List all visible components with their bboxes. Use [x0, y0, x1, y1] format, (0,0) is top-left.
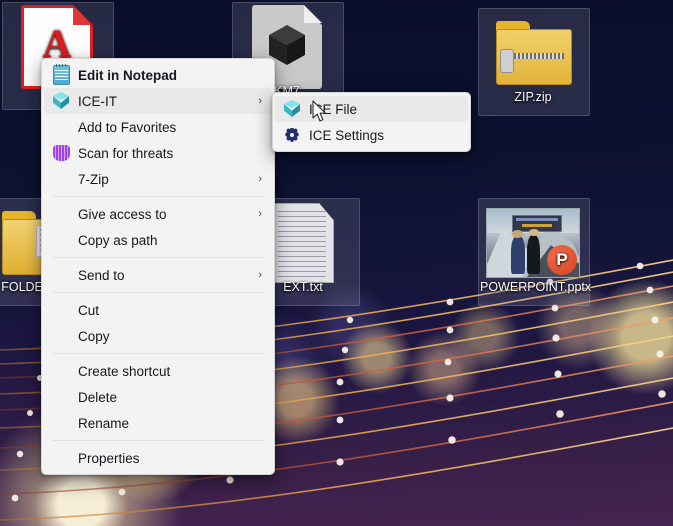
menu-item-delete[interactable]: Delete [44, 384, 272, 410]
menu-item-label: Properties [78, 450, 140, 466]
desktop-icon-label: ZIP.zip [514, 90, 552, 104]
menu-item-icon-slot [44, 358, 78, 384]
menu-item-icon-slot [44, 140, 78, 166]
menu-item-icon-slot [44, 297, 78, 323]
menu-item-rename[interactable]: Rename [44, 410, 272, 436]
menu-item-icon-slot [44, 384, 78, 410]
menu-item-label: Edit in Notepad [78, 67, 177, 83]
menu-item-create-shortcut[interactable]: Create shortcut [44, 358, 272, 384]
desktop-icon-powerpoint[interactable]: P POWERPOINT.pptx [478, 198, 591, 306]
menu-item-icon-slot [44, 445, 78, 471]
menu-item-label: Copy as path [78, 232, 158, 248]
menu-item-icon-slot [275, 122, 309, 148]
menu-item-icon-slot [44, 227, 78, 253]
menu-item-icon-slot [44, 323, 78, 349]
menu-item-copy[interactable]: Copy [44, 323, 272, 349]
menu-item-label: ICE-IT [78, 93, 117, 109]
chevron-right-icon: › [258, 95, 262, 107]
desktop-icon-label: POWERPOINT.pptx [480, 280, 592, 294]
menu-item-label: ICE File [309, 101, 358, 117]
menu-item-icon-slot [44, 262, 78, 288]
menu-item-icon-slot [44, 166, 78, 192]
menu-item-send-to[interactable]: Send to › [44, 262, 272, 288]
threat-shield-icon [52, 145, 70, 161]
powerpoint-file-icon: P [478, 206, 588, 280]
menu-item-label: Add to Favorites [78, 119, 177, 135]
menu-item-ice-settings[interactable]: ICE Settings [275, 122, 468, 148]
menu-item-label: Cut [78, 302, 100, 318]
zip-folder-icon [478, 16, 588, 90]
menu-separator [52, 353, 264, 354]
menu-item-ice-it[interactable]: ICE-IT › [44, 88, 272, 114]
chevron-right-icon: › [258, 269, 262, 281]
menu-item-label: Copy [78, 328, 110, 344]
notepad-icon [52, 64, 70, 85]
ice-it-submenu[interactable]: ICE File ICE Settings [272, 92, 471, 152]
menu-item-label: Rename [78, 415, 130, 431]
menu-separator [52, 440, 264, 441]
menu-item-icon-slot [44, 88, 78, 114]
menu-item-properties[interactable]: Properties [44, 445, 272, 471]
menu-item-add-to-favorites[interactable]: Add to Favorites [44, 114, 272, 140]
menu-item-label: Create shortcut [78, 363, 171, 379]
desktop-icon-zip[interactable]: ZIP.zip [478, 8, 590, 116]
context-menu[interactable]: Edit in Notepad ICE-IT › Add to Favorites Sc… [41, 58, 275, 475]
menu-separator [52, 257, 264, 258]
desktop-icon-label: EXT.txt [283, 280, 323, 294]
menu-item-label: ICE Settings [309, 127, 385, 143]
menu-item-label: Scan for threats [78, 145, 174, 161]
menu-separator [52, 196, 264, 197]
menu-item-label: Delete [78, 389, 118, 405]
ice-cube-icon [52, 92, 70, 110]
menu-item-label: Give access to [78, 206, 167, 222]
chevron-right-icon: › [258, 208, 262, 220]
menu-separator [52, 292, 264, 293]
powerpoint-badge: P [547, 245, 577, 275]
ice-cube-icon [283, 100, 301, 118]
menu-item-label: Send to [78, 267, 125, 283]
menu-item-scan-for-threats[interactable]: Scan for threats [44, 140, 272, 166]
menu-item-icon-slot [44, 410, 78, 436]
gear-icon [285, 128, 300, 143]
menu-item-icon-slot [44, 62, 78, 88]
menu-item-icon-slot [44, 201, 78, 227]
menu-item-label: 7-Zip [78, 171, 109, 187]
menu-item-edit-in-notepad[interactable]: Edit in Notepad [44, 62, 272, 88]
menu-item-icon-slot [44, 114, 78, 140]
menu-item-ice-file[interactable]: ICE File [275, 96, 468, 122]
menu-item-give-access-to[interactable]: Give access to › [44, 201, 272, 227]
chevron-right-icon: › [258, 173, 262, 185]
menu-item-cut[interactable]: Cut [44, 297, 272, 323]
menu-item-copy-as-path[interactable]: Copy as path [44, 227, 272, 253]
menu-item-icon-slot [275, 96, 309, 122]
menu-item-7-zip[interactable]: 7-Zip › [44, 166, 272, 192]
